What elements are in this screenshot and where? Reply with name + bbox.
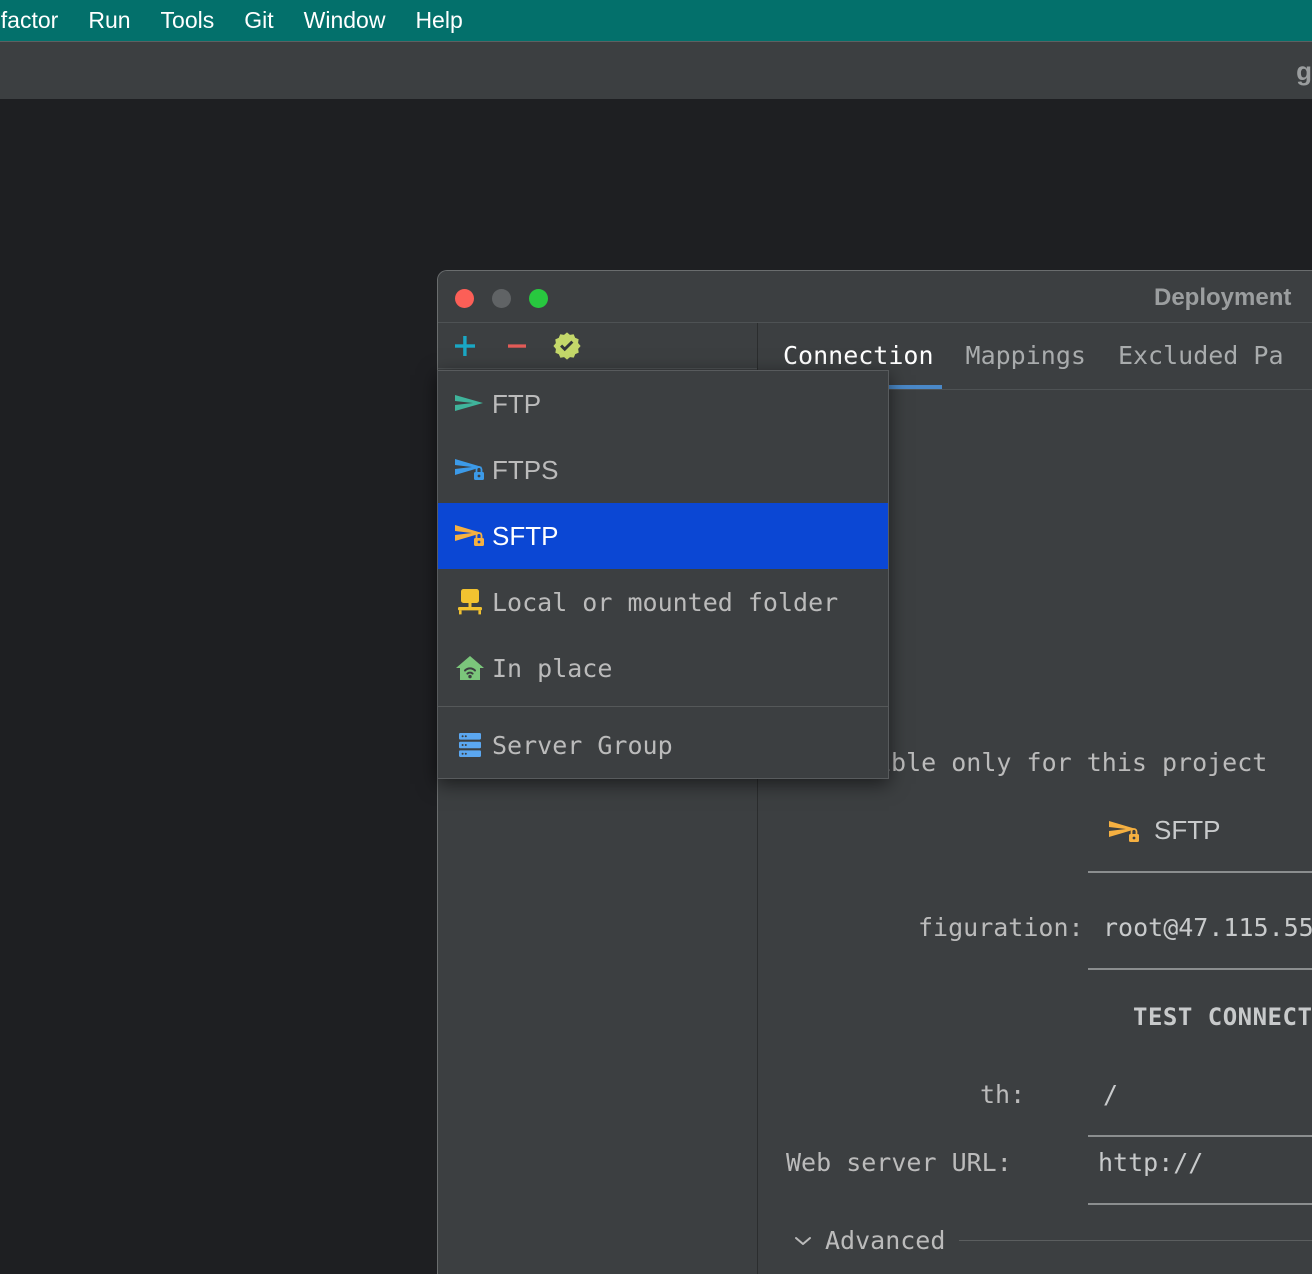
root-path-label: th:: [980, 1080, 1025, 1109]
root-path-label-text: th:: [980, 1080, 1026, 1109]
chevron-down-icon: [793, 1230, 813, 1251]
server-list-toolbar: [438, 323, 757, 369]
chevron-down-glyph: [795, 1237, 811, 1245]
connection-type-value[interactable]: SFTP: [1108, 815, 1220, 846]
advanced-section-header[interactable]: Advanced: [793, 1226, 1312, 1255]
menu-item-refactor[interactable]: efactor: [0, 0, 73, 41]
ftps-arrow-lock-icon: [448, 456, 492, 484]
web-server-url-label-text: Web server URL:: [786, 1148, 1012, 1177]
menu-item-ftps-label: FTPS: [492, 454, 559, 485]
connection-type-underline: [1088, 871, 1312, 873]
menu-item-window[interactable]: Window: [289, 0, 401, 41]
ssh-configuration-label: figuration:: [918, 913, 1084, 942]
menu-item-in-place[interactable]: In place: [438, 635, 888, 701]
menu-item-tools[interactable]: Tools: [146, 0, 230, 41]
connection-type-text: SFTP: [1154, 815, 1221, 845]
menu-item-server-group-label: Server Group: [492, 730, 673, 760]
plus-icon: [455, 336, 475, 356]
menu-item-run[interactable]: Run: [73, 0, 145, 41]
validate-connection-button[interactable]: [550, 329, 584, 363]
ide-navigation-toolbar: g: [0, 41, 1312, 99]
visible-only-text: ible only for this project: [876, 748, 1268, 777]
menu-item-ftp-label: FTP: [492, 388, 542, 419]
menu-item-git[interactable]: Git: [229, 0, 288, 41]
local-folder-monitor-icon: [448, 587, 492, 617]
verified-check-badge-icon: [553, 332, 581, 360]
web-server-url-underline: [1088, 1203, 1312, 1205]
menu-item-local-or-mounted-folder[interactable]: Local or mounted folder: [438, 569, 888, 635]
root-path-underline: [1088, 1135, 1312, 1137]
sftp-arrow-lock-icon: [448, 522, 492, 550]
menu-item-in-place-label: In place: [492, 653, 613, 683]
menu-item-help[interactable]: Help: [400, 0, 477, 41]
menu-item-sftp[interactable]: SFTP: [438, 503, 888, 569]
ssh-configuration-underline: [1088, 968, 1312, 970]
menu-item-ftps[interactable]: FTPS: [438, 437, 888, 503]
add-server-button[interactable]: [448, 329, 482, 363]
web-server-url-input[interactable]: http://: [1098, 1148, 1203, 1177]
dialog-title: Deployment: [1154, 284, 1292, 311]
tab-excluded-paths[interactable]: Excluded Pa: [1102, 323, 1300, 389]
in-place-house-icon: [448, 653, 492, 683]
remove-server-button[interactable]: [500, 329, 534, 363]
menu-separator: [438, 706, 888, 707]
menu-item-ftp[interactable]: FTP: [438, 371, 888, 437]
minimize-window-button[interactable]: [492, 289, 511, 308]
visible-only-for-project-label: ible only for this project: [876, 748, 1267, 777]
advanced-label: Advanced: [825, 1226, 946, 1255]
web-server-url-label: Web server URL:: [786, 1148, 1012, 1177]
advanced-divider: [959, 1240, 1312, 1241]
server-group-icon: [448, 730, 492, 760]
ide-menu-bar: efactor Run Tools Git Window Help: [0, 0, 1312, 41]
close-window-button[interactable]: [455, 289, 474, 308]
add-server-protocol-menu: FTP FTPS SFTP Local or mounted folder In…: [437, 370, 889, 779]
ftp-arrow-icon: [448, 391, 492, 417]
dialog-title-bar: Deployment: [438, 271, 1312, 323]
root-path-input[interactable]: /: [1103, 1080, 1118, 1109]
menu-item-sftp-label: SFTP: [492, 520, 559, 551]
menu-item-local-label: Local or mounted folder: [492, 587, 839, 617]
minus-icon: [508, 344, 526, 348]
tab-mappings[interactable]: Mappings: [950, 323, 1102, 389]
toolbar-truncated-label: g: [1296, 56, 1312, 86]
ssh-configuration-input[interactable]: root@47.115.55: [1103, 913, 1312, 942]
maximize-window-button[interactable]: [529, 289, 548, 308]
sftp-arrow-lock-icon: [1109, 820, 1139, 842]
ssh-configuration-label-text: figuration:: [918, 913, 1084, 942]
menu-item-server-group[interactable]: Server Group: [438, 712, 888, 778]
test-connection-button[interactable]: TEST CONNECTI: [1133, 1003, 1312, 1031]
